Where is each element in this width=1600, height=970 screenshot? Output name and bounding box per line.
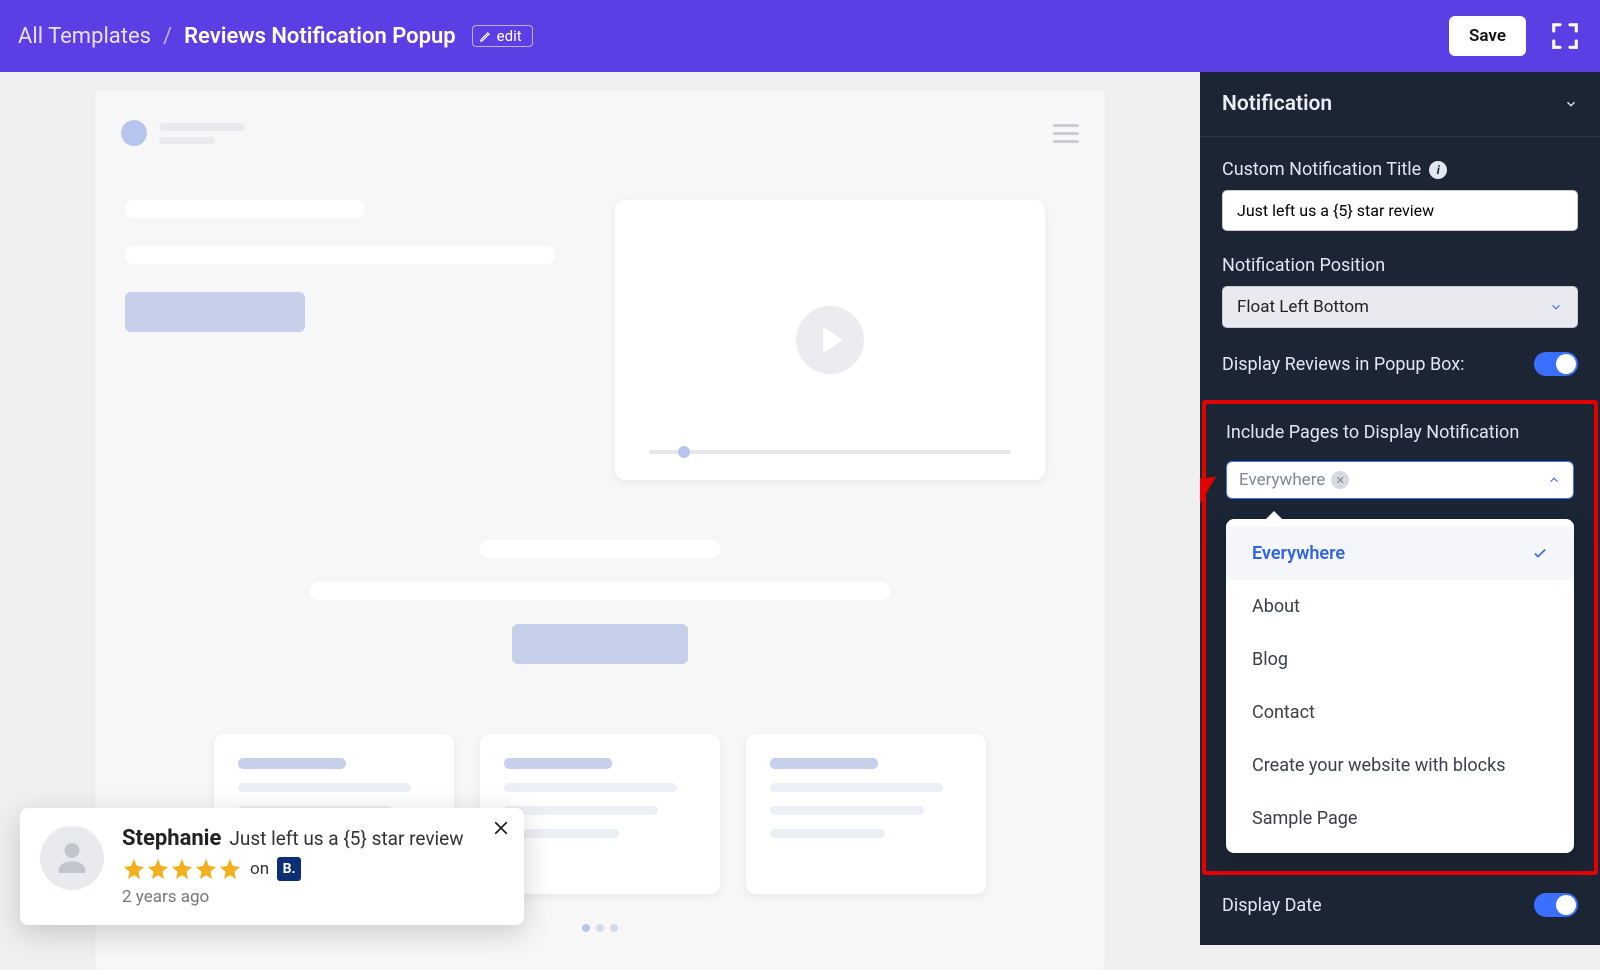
check-icon [1532, 546, 1548, 562]
annotation-arrow [1200, 474, 1221, 574]
panel-header-notification[interactable]: Notification [1200, 72, 1600, 137]
reviewer-name: Stephanie [122, 826, 221, 851]
remove-chip-icon[interactable]: ✕ [1331, 471, 1349, 489]
preview-placeholder [125, 246, 555, 264]
preview-placeholder [770, 829, 885, 838]
preview-logo-placeholder [121, 120, 147, 146]
star-icon [194, 857, 218, 881]
chevron-down-icon [1564, 97, 1578, 111]
custom-title-input[interactable] [1222, 190, 1578, 231]
include-pages-label: Include Pages to Display Notification [1226, 422, 1574, 443]
chevron-down-icon [1549, 300, 1563, 314]
star-icon [170, 857, 194, 881]
dropdown-option-create-website[interactable]: Create your website with blocks [1226, 739, 1574, 792]
save-button[interactable]: Save [1449, 16, 1526, 56]
close-icon [492, 819, 510, 837]
page-title: Reviews Notification Popup [184, 24, 456, 49]
option-label: Contact [1252, 702, 1315, 723]
panel-title: Notification [1222, 92, 1332, 116]
play-icon [796, 306, 864, 374]
preview-placeholder [504, 806, 658, 815]
preview-progress [649, 450, 1011, 454]
dropdown-option-about[interactable]: About [1226, 580, 1574, 633]
star-rating [122, 857, 242, 881]
option-label: About [1252, 596, 1300, 617]
display-popup-toggle[interactable] [1534, 352, 1578, 376]
review-message: Just left us a {5} star review [229, 827, 463, 850]
display-popup-label: Display Reviews in Popup Box: [1222, 354, 1465, 375]
preview-placeholder [159, 137, 215, 144]
dropdown-option-blog[interactable]: Blog [1226, 633, 1574, 686]
chip-label: Everywhere [1239, 470, 1325, 490]
breadcrumb: All Templates / Reviews Notification Pop… [18, 24, 533, 49]
preview-placeholder [310, 582, 890, 600]
pagination-dots [95, 924, 1105, 932]
preview-placeholder [238, 758, 346, 769]
include-pages-dropdown: Everywhere About Blog Contact Create you… [1226, 519, 1574, 853]
star-icon [218, 857, 242, 881]
preview-placeholder [504, 758, 612, 769]
preview-card [746, 734, 986, 894]
fullscreen-icon [1550, 21, 1580, 51]
star-icon [146, 857, 170, 881]
position-select[interactable]: Float Left Bottom [1222, 286, 1578, 328]
label-text: Custom Notification Title [1222, 159, 1421, 180]
review-timestamp: 2 years ago [122, 887, 504, 907]
dropdown-option-everywhere[interactable]: Everywhere [1226, 527, 1574, 580]
edit-label: edit [497, 27, 522, 45]
preview-placeholder [770, 783, 943, 792]
app-header: All Templates / Reviews Notification Pop… [0, 0, 1600, 72]
position-value: Float Left Bottom [1237, 297, 1369, 317]
custom-title-label: Custom Notification Title i [1222, 159, 1578, 180]
hamburger-icon [1053, 124, 1079, 143]
review-source-label: on [250, 859, 269, 879]
breadcrumb-separator: / [163, 24, 172, 49]
option-label: Everywhere [1252, 543, 1345, 564]
preview-placeholder [480, 540, 720, 558]
person-icon [52, 838, 92, 878]
fullscreen-button[interactable] [1548, 19, 1582, 53]
chevron-up-icon [1547, 473, 1561, 487]
source-badge: B. [277, 857, 301, 881]
star-icon [122, 857, 146, 881]
preview-placeholder [125, 200, 365, 218]
option-label: Create your website with blocks [1252, 755, 1506, 776]
preview-button-placeholder [125, 292, 305, 332]
preview-placeholder [770, 806, 924, 815]
review-notification-popup: Stephanie Just left us a {5} star review… [20, 808, 524, 925]
include-pages-multiselect[interactable]: Everywhere ✕ [1226, 461, 1574, 499]
position-label: Notification Position [1222, 255, 1578, 276]
option-label: Blog [1252, 649, 1288, 670]
info-icon[interactable]: i [1429, 161, 1447, 179]
preview-placeholder [504, 783, 677, 792]
include-pages-section: Include Pages to Display Notification Ev… [1202, 400, 1598, 875]
settings-sidebar: Notification Custom Notification Title i… [1200, 72, 1600, 945]
display-date-label: Display Date [1222, 895, 1322, 916]
preview-button-placeholder [512, 624, 688, 664]
edit-title-button[interactable]: edit [472, 25, 533, 47]
preview-placeholder [238, 783, 411, 792]
selected-chip[interactable]: Everywhere ✕ [1239, 470, 1349, 490]
preview-placeholder [770, 758, 878, 769]
dropdown-option-sample-page[interactable]: Sample Page [1226, 792, 1574, 845]
avatar [40, 826, 104, 890]
display-date-toggle[interactable] [1534, 893, 1578, 917]
option-label: Sample Page [1252, 808, 1357, 829]
close-popup-button[interactable] [492, 818, 510, 843]
breadcrumb-root[interactable]: All Templates [18, 24, 151, 49]
pencil-icon [479, 29, 493, 43]
dropdown-option-contact[interactable]: Contact [1226, 686, 1574, 739]
preview-placeholder [159, 123, 245, 131]
preview-video-placeholder [615, 200, 1045, 480]
